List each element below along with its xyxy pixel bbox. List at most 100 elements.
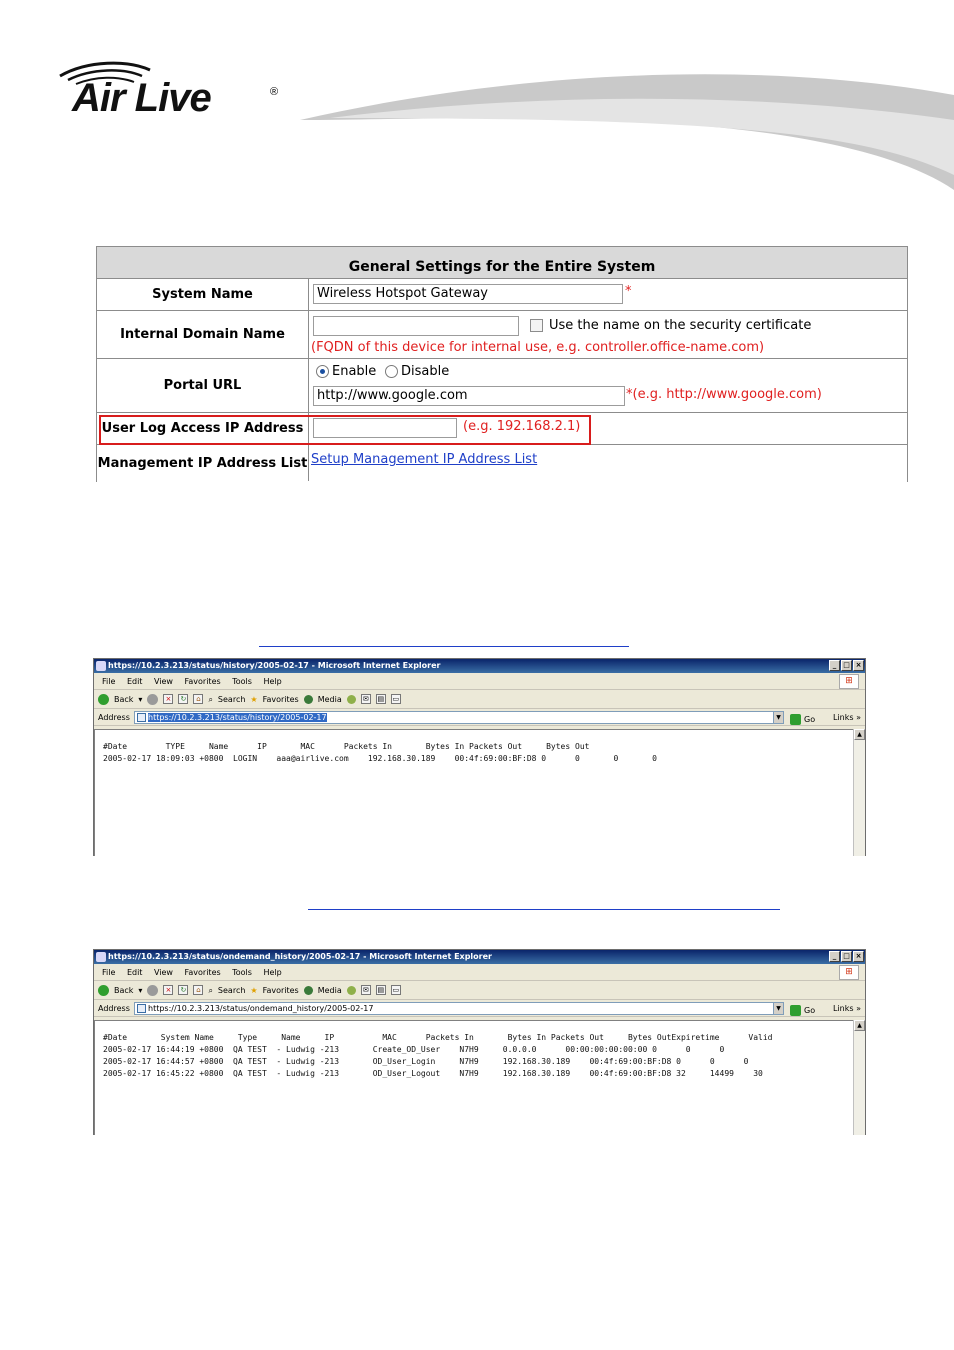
stop-icon[interactable]: × [163, 985, 174, 995]
edit-icon[interactable]: ▭ [390, 694, 401, 704]
search-button[interactable]: Search [218, 981, 245, 1000]
address-bar: Address https://10.2.3.213/status/histor… [94, 709, 865, 726]
address-input[interactable]: https://10.2.3.213/status/history/2005-0… [134, 711, 784, 724]
menu-favorites[interactable]: Favorites [185, 968, 221, 977]
forward-arrow-icon[interactable] [147, 693, 159, 705]
page-icon [137, 713, 146, 722]
scroll-up-icon[interactable]: ▲ [854, 1020, 865, 1031]
home-icon[interactable]: ⌂ [193, 694, 204, 704]
ie-window-history: https://10.2.3.213/status/history/2005-0… [93, 658, 866, 856]
menu-tools[interactable]: Tools [232, 968, 252, 977]
favorites-star-icon[interactable]: ★ [250, 690, 257, 709]
history-icon[interactable] [346, 694, 356, 704]
back-arrow-icon[interactable] [98, 693, 109, 705]
print-icon[interactable]: ▤ [375, 694, 386, 704]
back-dropdown-icon[interactable]: ▾ [138, 690, 142, 709]
windows-logo-icon: ⊞ [839, 674, 859, 689]
search-icon[interactable]: ⌕ [208, 981, 212, 1000]
maximize-button[interactable]: □ [841, 951, 852, 962]
portal-url-hint: *(e.g. http://www.google.com) [626, 387, 822, 402]
refresh-icon[interactable]: ↻ [178, 694, 189, 704]
windows-logo-icon: ⊞ [839, 965, 859, 980]
address-input[interactable]: https://10.2.3.213/status/ondemand_histo… [134, 1002, 784, 1015]
menu-file[interactable]: File [102, 968, 115, 977]
row-internal-domain: Internal Domain Name Use the name on the… [97, 311, 907, 359]
system-name-input[interactable]: Wireless Hotspot Gateway [313, 284, 623, 304]
stop-icon[interactable]: × [163, 694, 174, 704]
mgmt-ip-label: Management IP Address List [97, 445, 309, 481]
favorites-button[interactable]: Favorites [263, 981, 299, 1000]
link-underline-2 [308, 909, 780, 910]
menu-help[interactable]: Help [263, 677, 281, 686]
page-content: #Date TYPE Name IP MAC Packets In Bytes … [94, 729, 853, 856]
vertical-scrollbar[interactable]: ▲ [853, 1020, 865, 1135]
edit-icon[interactable]: ▭ [390, 985, 401, 995]
close-button[interactable]: × [853, 951, 864, 962]
menu-help[interactable]: Help [263, 968, 281, 977]
search-button[interactable]: Search [218, 690, 245, 709]
row-portal-url: Portal URL Enable Disable http://www.goo… [97, 359, 907, 413]
toolbar: Back ▾ × ↻ ⌂ ⌕ Search ★ Favorites Media … [94, 981, 865, 1000]
mail-icon[interactable]: ✉ [360, 985, 371, 995]
log-row: 2005-02-17 18:09:03 +0800 LOGIN aaa@airl… [103, 754, 657, 763]
menu-tools[interactable]: Tools [232, 677, 252, 686]
media-icon[interactable] [303, 985, 313, 995]
back-button[interactable]: Back [114, 690, 133, 709]
media-button[interactable]: Media [318, 690, 342, 709]
menu-edit[interactable]: Edit [127, 677, 143, 686]
close-button[interactable]: × [853, 660, 864, 671]
favorites-star-icon[interactable]: ★ [250, 981, 257, 1000]
menu-view[interactable]: View [154, 677, 173, 686]
favorites-button[interactable]: Favorites [263, 690, 299, 709]
page-content: #Date System Name Type Name IP MAC Packe… [94, 1020, 853, 1135]
forward-arrow-icon[interactable] [147, 984, 159, 996]
address-dropdown-icon[interactable]: ▼ [773, 711, 784, 724]
settings-title: General Settings for the Entire System [97, 247, 907, 279]
portal-url-input[interactable]: http://www.google.com [313, 386, 625, 406]
links-button[interactable]: Links » [833, 1000, 861, 1017]
history-icon[interactable] [346, 985, 356, 995]
window-title: https://10.2.3.213/status/history/2005-0… [108, 661, 441, 670]
maximize-button[interactable]: □ [841, 660, 852, 671]
media-button[interactable]: Media [318, 981, 342, 1000]
required-marker: * [625, 284, 632, 299]
menu-bar: File Edit View Favorites Tools Help ⊞ [94, 964, 865, 981]
go-button[interactable]: Go [790, 1002, 815, 1019]
minimize-button[interactable]: _ [829, 951, 840, 962]
system-name-label: System Name [97, 279, 309, 310]
setup-mgmt-ip-link[interactable]: Setup Management IP Address List [311, 452, 537, 467]
print-icon[interactable]: ▤ [375, 985, 386, 995]
log-header: #Date System Name Type Name IP MAC Packe… [103, 1033, 773, 1042]
vertical-scrollbar[interactable]: ▲ [853, 729, 865, 856]
use-certificate-name-checkbox[interactable] [530, 319, 543, 332]
back-button[interactable]: Back [114, 981, 133, 1000]
scroll-up-icon[interactable]: ▲ [854, 729, 865, 740]
links-label: Links [833, 1004, 854, 1013]
mail-icon[interactable]: ✉ [360, 694, 371, 704]
log-row: 2005-02-17 16:44:57 +0800 QA TEST - Ludw… [103, 1057, 749, 1066]
home-icon[interactable]: ⌂ [193, 985, 204, 995]
ie-window-ondemand-history: https://10.2.3.213/status/ondemand_histo… [93, 949, 866, 1135]
internal-domain-input[interactable] [313, 316, 519, 336]
logo-registered-mark: ® [270, 86, 279, 98]
menu-edit[interactable]: Edit [127, 968, 143, 977]
row-system-name: System Name Wireless Hotspot Gateway * [97, 279, 907, 311]
menu-view[interactable]: View [154, 968, 173, 977]
page-icon [137, 1004, 146, 1013]
links-button[interactable]: Links » [833, 709, 861, 726]
menu-file[interactable]: File [102, 677, 115, 686]
minimize-button[interactable]: _ [829, 660, 840, 671]
address-dropdown-icon[interactable]: ▼ [773, 1002, 784, 1015]
refresh-icon[interactable]: ↻ [178, 985, 189, 995]
menu-favorites[interactable]: Favorites [185, 677, 221, 686]
portal-disable-radio[interactable] [385, 365, 398, 378]
portal-enable-radio[interactable] [316, 365, 329, 378]
back-dropdown-icon[interactable]: ▾ [138, 981, 142, 1000]
user-log-highlight [99, 415, 591, 445]
airlive-logo: Air Live ® [58, 58, 288, 128]
back-arrow-icon[interactable] [98, 984, 109, 996]
address-label: Address [98, 1004, 130, 1013]
media-icon[interactable] [303, 694, 313, 704]
search-icon[interactable]: ⌕ [208, 690, 212, 709]
go-button[interactable]: Go [790, 711, 815, 728]
